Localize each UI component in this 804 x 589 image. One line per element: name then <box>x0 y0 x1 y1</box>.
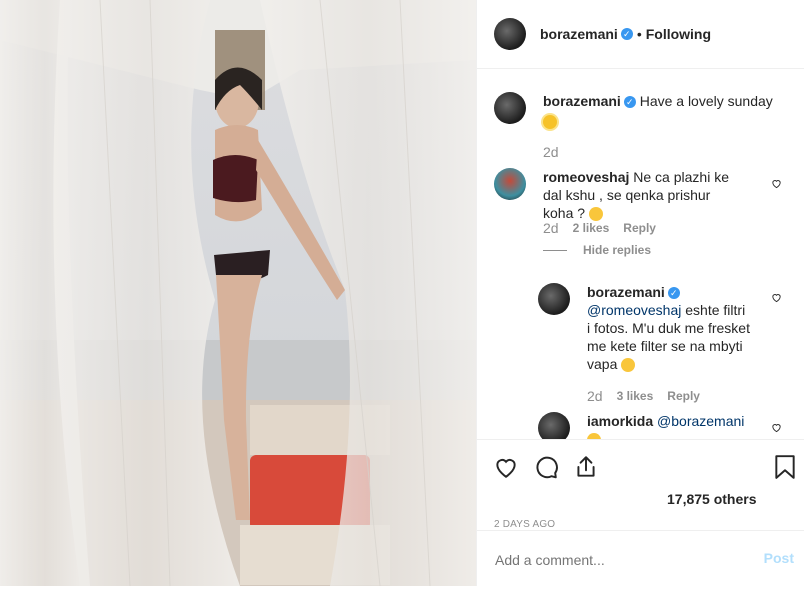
reply-mention[interactable]: @borazemani <box>657 413 744 429</box>
reply-meta: 2d 3 likes Reply <box>587 388 700 404</box>
sun-emoji-icon <box>543 115 557 130</box>
author-username[interactable]: borazemani <box>540 26 618 42</box>
comment-icon[interactable] <box>533 454 559 480</box>
reply: borazemani ✓ @romeoveshaj eshte filtri i … <box>587 283 752 373</box>
beach-canopy-photo <box>0 0 476 586</box>
reply-avatar[interactable] <box>538 412 570 439</box>
heart-icon[interactable] <box>493 454 519 480</box>
laughing-emoji-icon <box>621 358 636 373</box>
caption-text: Have a lovely sunday <box>639 93 773 109</box>
comments-list[interactable]: borazemani ✓ Have a lovely sunday 2d rome… <box>477 69 804 439</box>
reply-time[interactable]: 2d <box>587 388 603 404</box>
hide-replies-label: Hide replies <box>583 243 652 257</box>
likes-count[interactable]: 17,875 others <box>667 491 757 507</box>
divider-line <box>543 249 567 251</box>
reply-reply-button[interactable]: Reply <box>667 389 700 403</box>
reply: iamorkida @borazemani <box>587 412 757 439</box>
comment: romeoveshaj Ne ca plazhi ke dal kshu , s… <box>543 168 743 222</box>
reply-likes[interactable]: 3 likes <box>617 389 654 403</box>
caption-username[interactable]: borazemani <box>543 93 621 109</box>
verified-badge-icon: ✓ <box>667 287 680 300</box>
post-actions: 17,875 others 2 DAYS AGO Post <box>477 439 804 589</box>
comment-reply-button[interactable]: Reply <box>623 221 656 235</box>
following-button[interactable]: Following <box>646 26 711 42</box>
reply-like-heart-icon[interactable] <box>771 292 782 303</box>
comment-username[interactable]: romeoveshaj <box>543 169 629 185</box>
separator-dot: • <box>636 26 642 42</box>
post-photo[interactable] <box>0 0 476 586</box>
reply-username[interactable]: borazemani <box>587 284 665 300</box>
post-header: borazemani ✓ • Following <box>477 0 804 69</box>
reply-like-heart-icon[interactable] <box>771 422 782 433</box>
comment-time[interactable]: 2d <box>543 220 559 236</box>
comment-like-heart-icon[interactable] <box>771 178 782 189</box>
post-detail-panel: borazemani ✓ • Following borazemani ✓ Hav… <box>476 0 804 589</box>
share-icon[interactable] <box>573 454 599 480</box>
reply-username[interactable]: iamorkida <box>587 413 653 429</box>
hide-replies-button[interactable]: Hide replies <box>543 243 651 257</box>
reply-avatar[interactable] <box>538 283 570 315</box>
comment-input[interactable] <box>493 531 757 589</box>
verified-badge-icon: ✓ <box>620 28 633 40</box>
post-date[interactable]: 2 DAYS AGO <box>494 519 555 530</box>
comment-likes[interactable]: 2 likes <box>573 221 610 235</box>
bookmark-icon[interactable] <box>774 454 796 480</box>
post-comment-button[interactable]: Post <box>764 550 794 566</box>
verified-badge-icon: ✓ <box>623 96 636 109</box>
comment-avatar[interactable] <box>494 168 526 200</box>
caption-time[interactable]: 2d <box>543 144 559 160</box>
caption-avatar[interactable] <box>494 92 526 124</box>
caption: borazemani ✓ Have a lovely sunday <box>543 92 783 130</box>
comment-composer: Post <box>477 530 804 589</box>
comment-meta: 2d 2 likes Reply <box>543 220 656 236</box>
reply-mention[interactable]: @romeoveshaj <box>587 302 681 318</box>
author-avatar[interactable] <box>494 18 526 50</box>
